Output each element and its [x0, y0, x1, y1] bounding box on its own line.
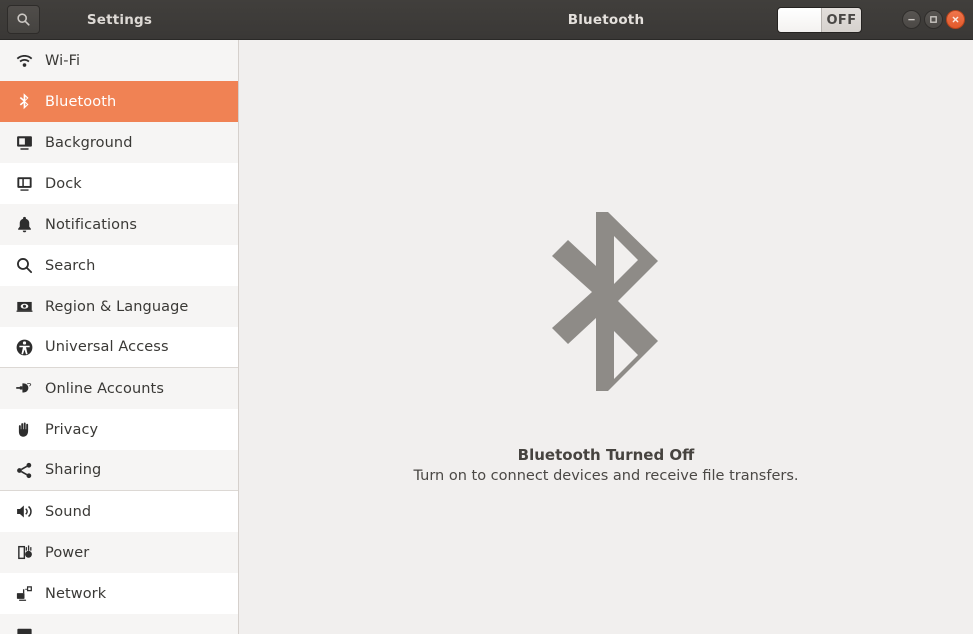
- sidebar-item-background[interactable]: Background: [0, 122, 238, 163]
- hand-icon: [9, 420, 39, 439]
- sidebar-item-label: Wi-Fi: [45, 52, 81, 69]
- online-accounts-icon: [9, 379, 39, 398]
- toggle-knob: [778, 8, 822, 32]
- sidebar-item-label: Search: [45, 257, 96, 274]
- bluetooth-icon: [9, 92, 39, 111]
- sidebar-item-label: Universal Access: [45, 339, 169, 355]
- minimize-button[interactable]: [902, 10, 921, 29]
- sidebar-item-sharing[interactable]: Sharing: [0, 450, 238, 491]
- sidebar-item-wifi[interactable]: Wi-Fi: [0, 40, 238, 81]
- panel-title: Bluetooth: [567, 11, 645, 28]
- titlebar-left-section: Settings: [0, 0, 239, 39]
- sidebar-item-label: Background: [45, 134, 133, 151]
- sidebar-item-label: Region & Language: [45, 298, 189, 315]
- bluetooth-large-icon: [546, 212, 666, 424]
- flag-icon: [9, 297, 39, 316]
- bluetooth-status-title: Bluetooth Turned Off: [517, 446, 695, 464]
- sidebar-item-label: Sound: [45, 503, 92, 520]
- bell-icon: [9, 215, 39, 234]
- close-icon: [951, 15, 960, 24]
- sidebar-item-label: Notifications: [45, 216, 138, 233]
- sidebar-item-dock[interactable]: Dock: [0, 163, 238, 204]
- sidebar-item-universal-access[interactable]: Universal Access: [0, 327, 238, 368]
- sidebar-item-label: Online Accounts: [45, 380, 164, 397]
- minimize-icon: [907, 15, 916, 24]
- share-icon: [9, 461, 39, 480]
- power-icon: [9, 543, 39, 562]
- close-button[interactable]: [946, 10, 965, 29]
- sidebar-item-label: Privacy: [45, 421, 99, 438]
- sidebar-item-power[interactable]: Power: [0, 532, 238, 573]
- wifi-icon: [9, 51, 39, 70]
- titlebar: Settings Bluetooth OFF: [0, 0, 973, 40]
- sidebar-item-label: Sharing: [45, 462, 102, 478]
- sidebar-item-network[interactable]: Network: [0, 573, 238, 614]
- search-icon: [9, 256, 39, 275]
- titlebar-right-section: Bluetooth OFF: [239, 0, 973, 39]
- sidebar-item-notifications[interactable]: Notifications: [0, 204, 238, 245]
- sidebar-item-search[interactable]: Search: [0, 245, 238, 286]
- speaker-icon: [9, 502, 39, 521]
- dock-icon: [9, 174, 39, 193]
- window-content: Wi-Fi Bluetooth Background Dock Notifica…: [0, 40, 973, 634]
- maximize-icon: [929, 15, 938, 24]
- search-icon: [16, 12, 31, 27]
- bluetooth-toggle-switch[interactable]: OFF: [777, 7, 862, 33]
- partial-icon: [9, 625, 39, 634]
- sidebar-item-partial[interactable]: [0, 614, 238, 634]
- accessibility-icon: [9, 338, 39, 357]
- maximize-button[interactable]: [924, 10, 943, 29]
- sidebar-item-bluetooth[interactable]: Bluetooth: [0, 81, 238, 122]
- sidebar-item-sound[interactable]: Sound: [0, 491, 238, 532]
- sidebar-item-label: Power: [45, 544, 90, 561]
- sidebar-item-privacy[interactable]: Privacy: [0, 409, 238, 450]
- background-icon: [9, 133, 39, 152]
- window-controls: [902, 0, 965, 39]
- bluetooth-panel: Bluetooth Turned Off Turn on to connect …: [239, 40, 973, 634]
- sidebar-item-label: Network: [45, 585, 107, 602]
- sidebar-item-label: Bluetooth: [45, 93, 117, 110]
- sidebar-item-label: Dock: [45, 175, 82, 192]
- toggle-state-label: OFF: [826, 12, 857, 28]
- bluetooth-status-subtitle: Turn on to connect devices and receive f…: [413, 468, 799, 484]
- network-icon: [9, 584, 39, 603]
- settings-sidebar[interactable]: Wi-Fi Bluetooth Background Dock Notifica…: [0, 40, 239, 634]
- search-button[interactable]: [7, 5, 40, 34]
- sidebar-item-region-language[interactable]: Region & Language: [0, 286, 238, 327]
- sidebar-item-online-accounts[interactable]: Online Accounts: [0, 368, 238, 409]
- settings-window: Settings Bluetooth OFF Wi-Fi Bluetooth B…: [0, 0, 973, 634]
